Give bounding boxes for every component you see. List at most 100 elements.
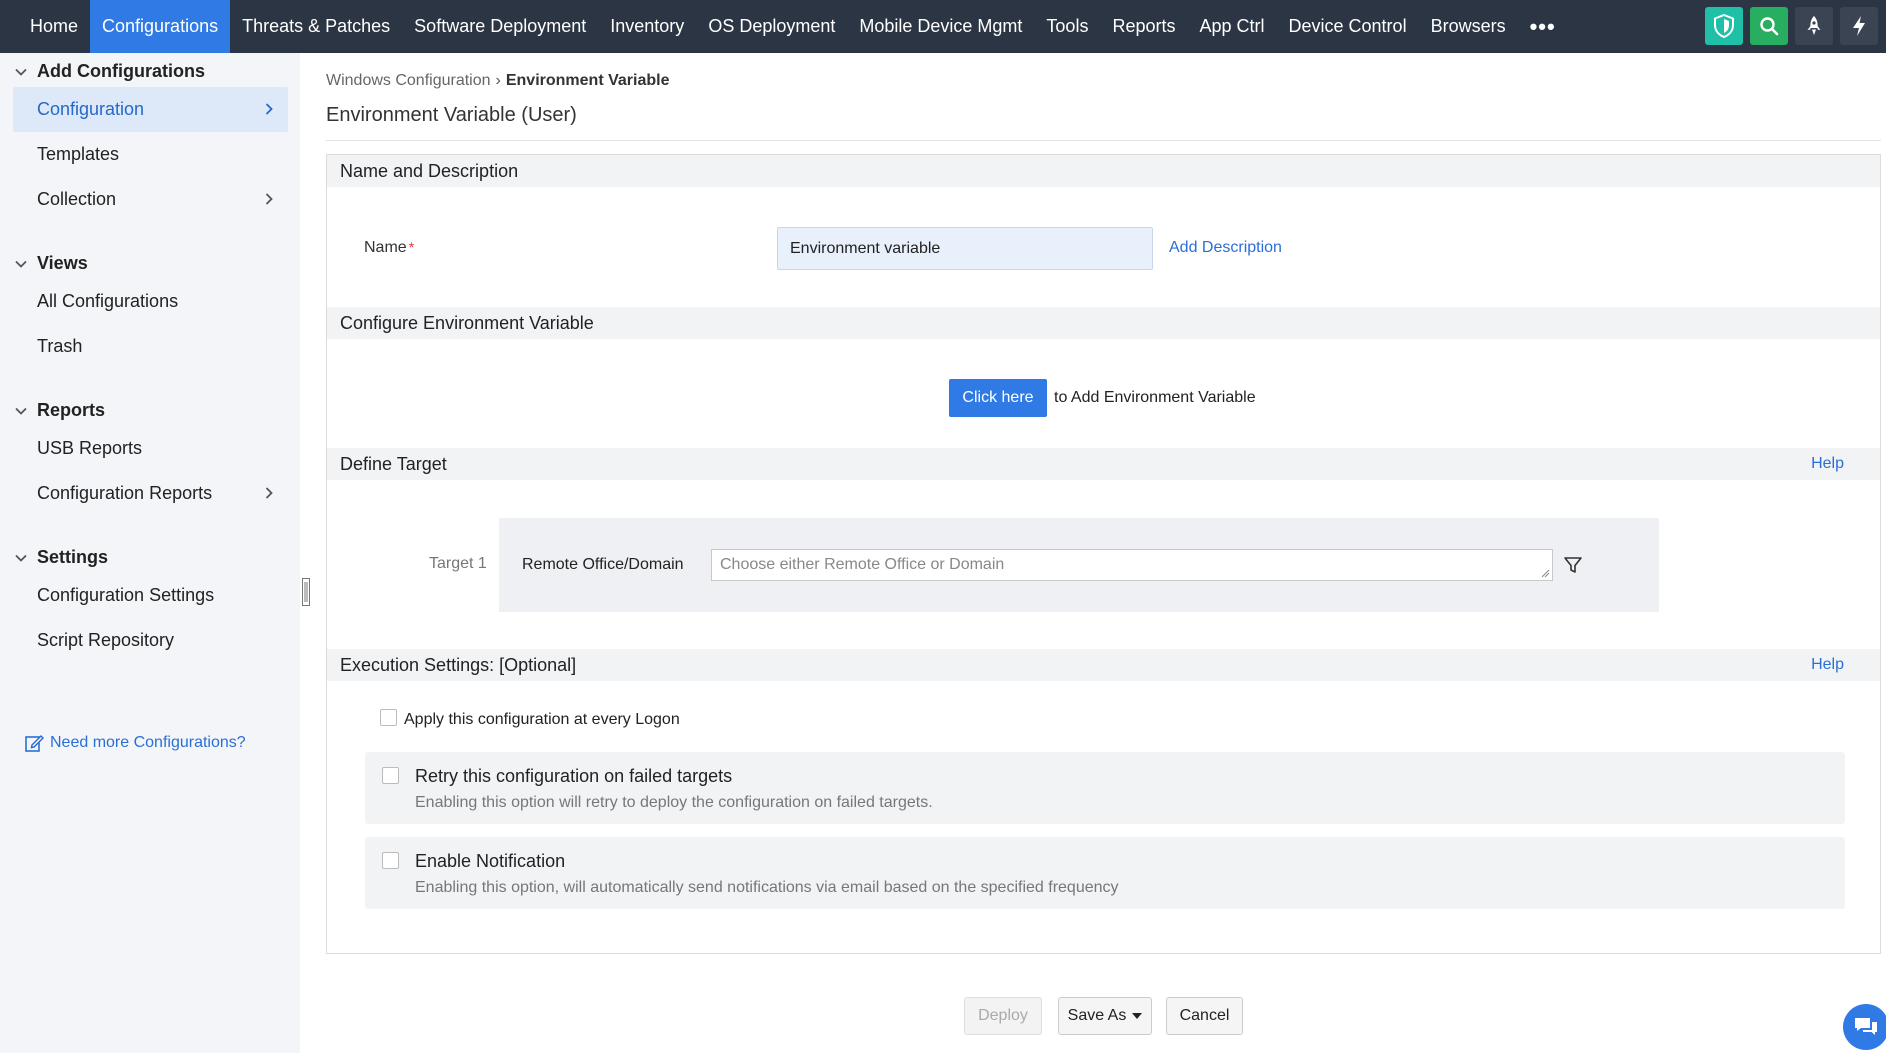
deploy-button[interactable]: Deploy <box>964 997 1042 1035</box>
chevron-down-icon <box>15 554 27 562</box>
section-views[interactable]: Views <box>14 253 88 274</box>
need-more-configurations-link[interactable]: Need more Configurations? <box>24 733 246 753</box>
section-add-configurations[interactable]: Add Configurations <box>14 61 205 82</box>
chevron-down-icon <box>15 260 27 268</box>
rocket-icon <box>1807 16 1821 35</box>
section-header-configure-env: Configure Environment Variable <box>327 307 1880 339</box>
nav-software-deployment[interactable]: Software Deployment <box>402 0 598 53</box>
help-link[interactable]: Help <box>1811 656 1844 674</box>
filter-icon[interactable] <box>1563 555 1583 575</box>
breadcrumb-separator: › <box>495 72 501 89</box>
edit-icon <box>25 734 44 752</box>
nav-tools[interactable]: Tools <box>1034 0 1100 53</box>
chevron-right-icon <box>265 193 273 205</box>
sidebar-item-label: Configuration Reports <box>37 483 213 503</box>
nav-more-button[interactable]: ••• <box>1518 14 1568 40</box>
required-mark: * <box>408 239 415 255</box>
add-description-link[interactable]: Add Description <box>1169 239 1282 257</box>
nav-configurations[interactable]: Configurations <box>90 0 231 53</box>
quick-launch-button[interactable] <box>1795 7 1833 45</box>
name-input[interactable]: Environment variable <box>777 227 1153 270</box>
need-more-label: Need more Configurations? <box>50 734 246 751</box>
notification-option-description: Enabling this option, will automatically… <box>415 879 1119 896</box>
chat-icon <box>1855 1018 1877 1035</box>
sidebar-item-label: Trash <box>37 336 83 356</box>
sidebar-collapse-handle[interactable] <box>302 578 310 606</box>
sidebar-item-templates[interactable]: Templates <box>13 132 288 177</box>
save-as-button[interactable]: Save As <box>1058 997 1152 1035</box>
nav-mobile-device-mgmt[interactable]: Mobile Device Mgmt <box>847 0 1034 53</box>
section-settings[interactable]: Settings <box>14 547 108 568</box>
chat-support-button[interactable] <box>1843 1004 1886 1050</box>
sidebar-item-label: Collection <box>37 189 117 209</box>
notification-option-box: Enable Notification Enabling this option… <box>365 837 1845 909</box>
chevron-right-icon <box>265 487 273 499</box>
apply-every-logon-checkbox[interactable] <box>380 709 397 726</box>
sidebar-item-label: All Configurations <box>37 291 179 311</box>
target-input-placeholder: Choose either Remote Office or Domain <box>720 556 1005 573</box>
nav-inventory[interactable]: Inventory <box>598 0 696 53</box>
section-title: Reports <box>37 400 106 420</box>
sidebar-item-all-configurations[interactable]: All Configurations <box>13 279 288 324</box>
section-reports[interactable]: Reports <box>14 400 105 421</box>
breadcrumb-parent-link[interactable]: Windows Configuration <box>326 72 491 90</box>
sidebar-item-configuration-settings[interactable]: Configuration Settings <box>13 573 288 618</box>
retry-option-description: Enabling this option will retry to deplo… <box>415 794 933 811</box>
nav-reports[interactable]: Reports <box>1100 0 1187 53</box>
nav-os-deployment[interactable]: OS Deployment <box>696 0 847 53</box>
name-label: Name * <box>364 239 414 257</box>
chevron-right-icon <box>265 103 273 115</box>
quick-action-button[interactable] <box>1840 7 1878 45</box>
name-label-text: Name <box>364 239 407 256</box>
help-link[interactable]: Help <box>1811 455 1844 473</box>
shield-icon <box>1714 14 1734 38</box>
sidebar-item-script-repository[interactable]: Script Repository <box>13 618 288 663</box>
enable-notification-checkbox[interactable] <box>382 852 399 869</box>
nav-home[interactable]: Home <box>0 0 90 53</box>
sidebar-item-configuration-reports[interactable]: Configuration Reports <box>13 471 288 516</box>
target-number-label: Target 1 <box>429 555 487 572</box>
retry-failed-targets-checkbox[interactable] <box>382 767 399 784</box>
sidebar-item-label: Configuration <box>37 99 145 119</box>
sidebar-item-trash[interactable]: Trash <box>13 324 288 369</box>
section-title: Add Configurations <box>37 61 205 81</box>
title-divider <box>326 140 1881 141</box>
section-title: Name and Description <box>340 160 519 181</box>
target-row: Remote Office/Domain Choose either Remot… <box>499 518 1659 612</box>
nav-device-control[interactable]: Device Control <box>1277 0 1419 53</box>
cancel-button[interactable]: Cancel <box>1166 997 1243 1035</box>
breadcrumb-current: Environment Variable <box>505 72 670 89</box>
save-as-label: Save As <box>1067 1007 1127 1024</box>
remote-office-domain-input[interactable]: Choose either Remote Office or Domain <box>711 549 1553 581</box>
section-title: Define Target <box>340 453 447 474</box>
notification-option-title: Enable Notification <box>415 851 566 871</box>
section-title: Execution Settings: [Optional] <box>340 654 577 675</box>
sidebar-item-label: Templates <box>37 144 120 164</box>
sidebar-item-collection[interactable]: Collection <box>13 177 288 222</box>
section-header-name-description: Name and Description <box>327 155 1880 187</box>
page-title: Environment Variable (User) <box>326 104 577 126</box>
section-header-define-target: Define Target Help <box>327 448 1880 480</box>
sidebar-item-configuration[interactable]: Configuration <box>13 87 288 132</box>
nav-browsers[interactable]: Browsers <box>1419 0 1518 53</box>
search-button[interactable] <box>1750 7 1788 45</box>
click-here-button[interactable]: Click here <box>949 379 1047 417</box>
lightning-icon <box>1853 16 1865 36</box>
security-shield-button[interactable] <box>1705 7 1743 45</box>
configuration-form: Name and Description Name * Environment v… <box>326 154 1881 954</box>
nav-quick-actions <box>1705 7 1878 45</box>
retry-option-title: Retry this configuration on failed targe… <box>415 766 733 786</box>
nav-app-ctrl[interactable]: App Ctrl <box>1187 0 1276 53</box>
section-title: Views <box>37 253 88 273</box>
sidebar-item-label: USB Reports <box>37 438 143 458</box>
remote-office-domain-label: Remote Office/Domain <box>522 556 684 573</box>
section-title: Settings <box>37 547 109 567</box>
section-title: Configure Environment Variable <box>340 312 594 333</box>
search-icon <box>1760 17 1779 36</box>
resize-grip-icon[interactable] <box>1540 568 1550 578</box>
retry-option-box: Retry this configuration on failed targe… <box>365 752 1845 824</box>
nav-threats-patches[interactable]: Threats & Patches <box>230 0 402 53</box>
sidebar-item-usb-reports[interactable]: USB Reports <box>13 426 288 471</box>
breadcrumb: Windows Configuration › Environment Vari… <box>326 72 669 90</box>
caret-down-icon <box>1132 1013 1143 1019</box>
